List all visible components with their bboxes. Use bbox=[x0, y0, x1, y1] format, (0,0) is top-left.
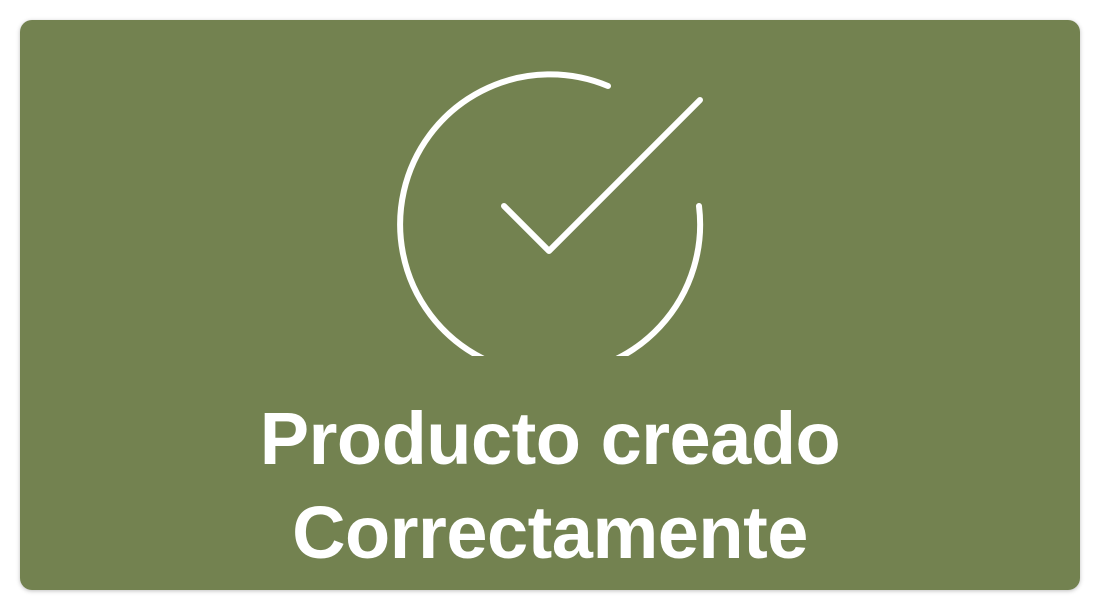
check-circle-icon bbox=[394, 44, 706, 356]
success-toast: Producto creado Correctamente bbox=[20, 20, 1080, 590]
toast-message-line-2: Correctamente bbox=[292, 491, 808, 574]
checkmark-stroke bbox=[501, 97, 703, 254]
toast-message-line-1: Producto creado bbox=[259, 397, 841, 480]
toast-message: Producto creado Correctamente bbox=[20, 392, 1080, 580]
check-circle-ring bbox=[397, 71, 704, 356]
